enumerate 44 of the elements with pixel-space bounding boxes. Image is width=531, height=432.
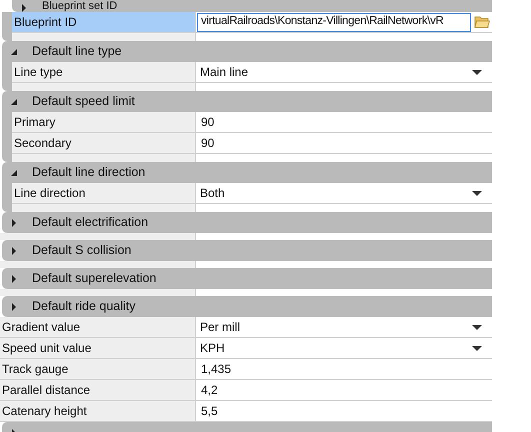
group-header[interactable]: Default line type: [2, 41, 492, 62]
property-label[interactable]: Parallel distance: [0, 380, 196, 400]
expand-triangle-icon[interactable]: [20, 4, 28, 12]
collapse-triangle-icon[interactable]: [10, 48, 18, 56]
group-title: Default superelevation: [32, 270, 156, 288]
group-title: Blueprint set ID: [42, 1, 118, 12]
folder-icon[interactable]: [474, 15, 490, 29]
property-label[interactable]: Catenary height: [0, 401, 196, 421]
group-rail: [2, 62, 12, 91]
dropdown-caret-icon[interactable]: [472, 324, 482, 330]
group-header[interactable]: Default ride quality: [2, 296, 492, 317]
group-title: Default line type: [32, 43, 122, 60]
group-rail: [2, 183, 12, 212]
group-title: Default line direction: [32, 164, 146, 182]
group-title: Default S collision: [32, 242, 132, 260]
group-header[interactable]: Blueprint set ID: [12, 0, 492, 12]
group-rail: [2, 112, 12, 162]
group-title: Default speed limit: [32, 93, 135, 110]
group-header[interactable]: Default superelevation: [2, 268, 492, 289]
dropdown-caret-icon[interactable]: [472, 190, 482, 196]
property-label[interactable]: Track gauge: [0, 359, 196, 379]
group-header[interactable]: Default electrification: [2, 212, 492, 233]
collapse-triangle-icon[interactable]: [10, 168, 18, 176]
property-label[interactable]: Gradient value: [0, 317, 196, 337]
group-header[interactable]: Default line direction: [2, 162, 492, 183]
property-label[interactable]: Secondary: [12, 133, 196, 153]
property-label[interactable]: Line type: [12, 62, 196, 82]
property-label[interactable]: Line direction: [12, 183, 196, 203]
group-title: Default electrification: [32, 214, 148, 232]
expand-triangle-icon[interactable]: [10, 274, 18, 282]
group-header[interactable]: Default S collision: [2, 240, 492, 261]
group-header[interactable]: Default speed limit: [2, 91, 492, 112]
group-title: Default ride quality: [32, 298, 136, 316]
property-label[interactable]: Primary: [12, 112, 196, 132]
dropdown-caret-icon[interactable]: [472, 346, 482, 350]
group-rail: [2, 12, 12, 41]
expand-triangle-icon[interactable]: [10, 302, 18, 310]
property-label[interactable]: Blueprint ID: [12, 12, 196, 32]
collapse-triangle-icon[interactable]: [10, 98, 18, 106]
expand-triangle-icon[interactable]: [10, 218, 18, 226]
property-label[interactable]: Speed unit value: [0, 338, 196, 358]
dropdown-caret-icon[interactable]: [472, 70, 482, 74]
path-input-field[interactable]: virtualRailroads\Konstanz-Villingen\RailNetwork\vR: [197, 12, 471, 32]
expand-triangle-icon[interactable]: [10, 246, 18, 254]
